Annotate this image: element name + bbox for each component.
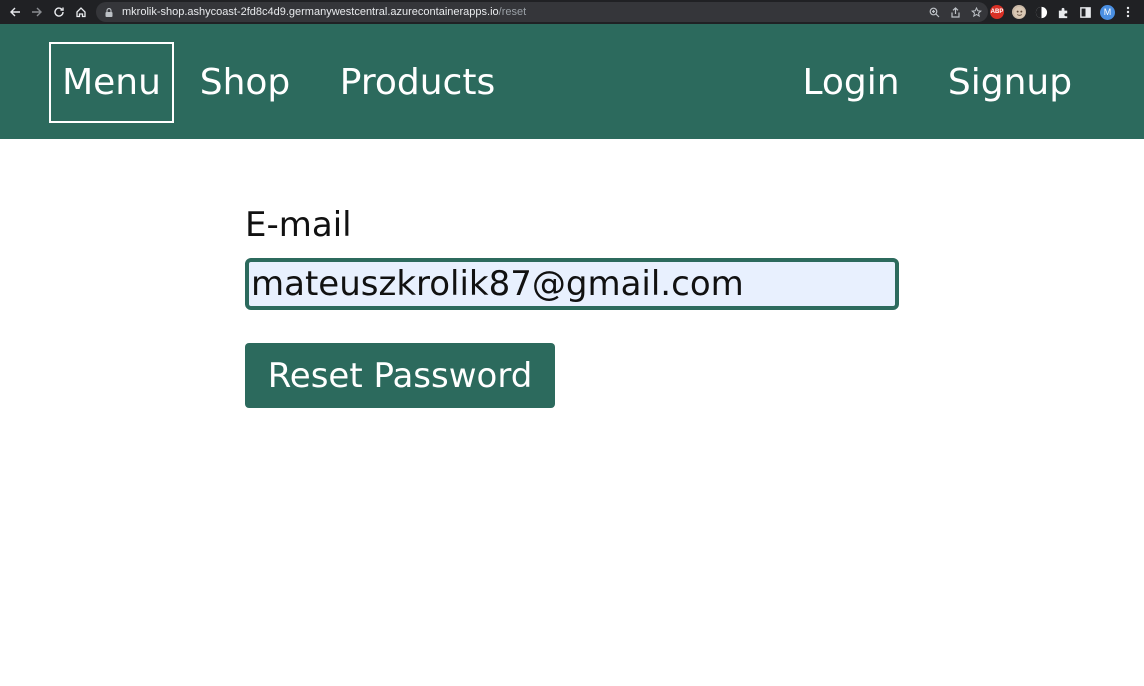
- address-bar[interactable]: mkrolik-shop.ashycoast-2fd8c4d9.germanyw…: [96, 2, 988, 22]
- share-icon[interactable]: [950, 3, 961, 22]
- email-label: E-mail: [245, 205, 352, 245]
- browser-nav-buttons: [0, 0, 92, 24]
- kebab-icon[interactable]: [1123, 6, 1133, 18]
- profile-avatar[interactable]: M: [1100, 4, 1115, 20]
- url-path: /reset: [498, 6, 527, 18]
- dark-mode-icon[interactable]: [1034, 5, 1048, 19]
- reload-icon[interactable]: [48, 0, 70, 24]
- adblock-icon[interactable]: ABP: [990, 5, 1004, 19]
- nav-menu[interactable]: Menu: [49, 42, 174, 123]
- zoom-icon[interactable]: [929, 3, 940, 22]
- nav-shop[interactable]: Shop: [195, 42, 295, 123]
- reset-password-button[interactable]: Reset Password: [245, 343, 555, 408]
- home-icon[interactable]: [70, 0, 92, 24]
- puzzle-icon[interactable]: [1056, 5, 1070, 19]
- sidebar-icon[interactable]: [1078, 5, 1092, 19]
- site-header: Menu Shop Products Login Signup: [0, 24, 1144, 139]
- email-input[interactable]: [245, 258, 899, 310]
- browser-toolbar: mkrolik-shop.ashycoast-2fd8c4d9.germanyw…: [0, 0, 1144, 24]
- back-icon[interactable]: [4, 0, 26, 24]
- lock-icon[interactable]: [104, 7, 114, 17]
- forward-icon[interactable]: [26, 0, 48, 24]
- url-host: mkrolik-shop.ashycoast-2fd8c4d9.germanyw…: [122, 6, 499, 18]
- adblock-badge: ABP: [990, 9, 1004, 15]
- extension-icons: ABP M: [990, 0, 1133, 24]
- nav-login[interactable]: Login: [800, 42, 902, 123]
- address-bar-actions: [929, 2, 983, 22]
- star-icon[interactable]: [970, 3, 983, 22]
- nav-products[interactable]: Products: [340, 42, 495, 123]
- extension-face-icon[interactable]: [1012, 5, 1026, 19]
- nav-signup[interactable]: Signup: [948, 42, 1072, 123]
